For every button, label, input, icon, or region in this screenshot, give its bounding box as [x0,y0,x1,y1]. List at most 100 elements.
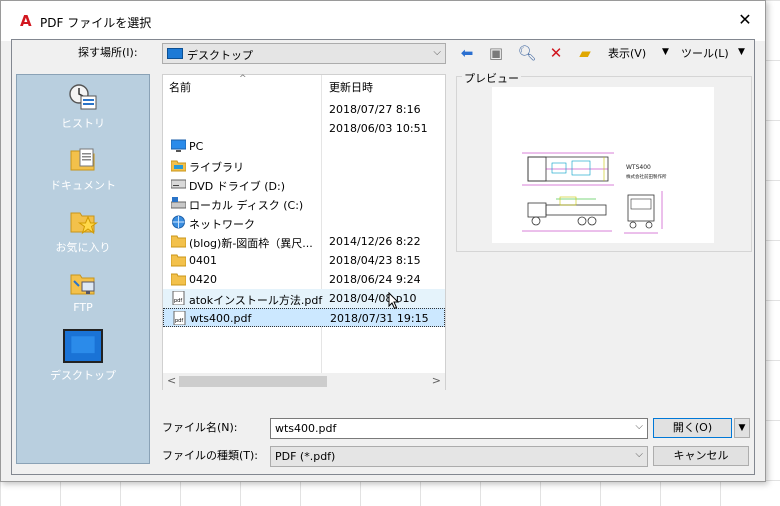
scroll-left-icon[interactable]: < [167,374,176,387]
preview-subtitle: 株式会社前田製作所 [626,173,667,180]
list-item[interactable]: ネットワーク [163,213,445,232]
place-favorites[interactable]: お気に入り [17,207,149,255]
place-history[interactable]: ヒストリ [17,83,149,131]
delete-icon[interactable]: ✕ [546,43,566,63]
network-icon [172,215,185,229]
preview-title: WTS400 [626,164,651,171]
file-date: 2018/07/27 8:16 [329,103,421,116]
pdf-icon: pdf [172,291,185,305]
tools-menu[interactable]: ツール(L) [681,45,729,61]
open-options-dropdown-icon[interactable]: ▼ [734,418,750,438]
up-folder-icon[interactable]: ▣ [486,43,506,63]
pc-icon [171,139,186,152]
list-item[interactable]: ローカル ディスク (C:) [163,194,445,213]
search-web-icon[interactable]: 🔍︎ [517,43,537,63]
place-desktop[interactable]: デスクトップ [17,329,149,383]
list-item[interactable]: DVD ドライブ (D:) [163,175,445,194]
list-item[interactable]: (blog)新-図面枠（異尺... 2014/12/26 8:22 [163,232,445,251]
autocad-a-icon: A [20,12,32,30]
column-header-name[interactable]: 名前 [169,79,191,95]
list-item[interactable]: 2018/06/03 10:51 [163,119,445,138]
views-dropdown-icon[interactable]: ▼ [662,47,669,57]
desktop-icon [63,329,103,363]
folder-icon [171,273,186,286]
place-label: ドキュメント [50,179,116,192]
file-name: atokインストール方法.pdf [189,294,323,307]
place-ftp[interactable]: FTP [17,269,149,314]
file-name: 0401 [189,254,217,267]
file-name: ローカル ディスク (C:) [189,199,304,212]
list-item[interactable]: pdf atokインストール方法.pdf 2018/04/08 ᴅ10 [163,289,445,308]
column-header-modified[interactable]: 更新日時 [329,79,373,95]
list-item[interactable]: 2018/07/27 8:16 [163,100,445,119]
list-item[interactable]: ライブラリ [163,156,445,175]
library-icon [171,160,186,172]
scrollbar-thumb[interactable] [179,376,327,387]
desktop-icon [167,48,183,59]
file-date: 2018/04/23 8:15 [329,254,421,267]
look-in-dropdown[interactable]: デスクトップ ⌵ [162,43,446,64]
file-name: PC [189,140,204,153]
file-name: DVD ドライブ (D:) [189,180,286,193]
place-label: ヒストリ [61,117,105,130]
file-date: 2014/12/26 8:22 [329,235,421,248]
file-name-label: ファイル名(N): [162,421,238,434]
dvd-icon [171,179,186,189]
place-label: お気に入り [55,241,111,254]
file-date: 2018/06/24 9:24 [329,273,421,286]
list-item[interactable]: 0420 2018/06/24 9:24 [163,270,445,289]
look-in-value: デスクトップ [187,49,253,62]
list-item-selected[interactable]: pdf wts400.pdf 2018/07/31 19:15 [163,308,445,327]
preview-label: プレビュー [462,70,521,86]
chevron-down-icon: ⌵ [433,47,441,58]
pdf-icon: pdf [173,311,186,325]
history-icon [69,84,97,110]
back-arrow-icon[interactable]: ⬅ [457,43,477,63]
file-type-dropdown[interactable]: PDF (*.pdf) ⌵ [270,446,648,467]
open-button[interactable]: 開く(O) [653,418,732,438]
scroll-right-icon[interactable]: > [432,374,441,387]
look-in-label: 探す場所(I): [78,46,138,59]
views-menu[interactable]: 表示(V) [608,45,646,61]
place-documents[interactable]: ドキュメント [17,145,149,193]
file-type-label: ファイルの種類(T): [162,449,259,462]
favorites-icon [70,212,98,235]
close-icon[interactable]: ✕ [733,9,757,33]
place-label: デスクトップ [50,369,116,382]
title-bar: A PDF ファイルを選択 ✕ [1,1,765,41]
file-date: 2018/06/03 10:51 [329,122,428,135]
window-title: PDF ファイルを選択 [40,16,152,30]
file-name: wts400.pdf [190,312,252,325]
file-name-input[interactable]: wts400.pdf ⌵ [270,418,648,439]
chevron-down-icon[interactable]: ⌵ [635,421,643,432]
file-type-value: PDF (*.pdf) [275,450,336,463]
preview-image: WTS400 株式会社前田製作所 [492,87,714,243]
file-name: 0420 [189,273,217,286]
list-item[interactable]: 0401 2018/04/23 8:15 [163,251,445,270]
disk-icon [171,197,186,209]
tools-dropdown-icon[interactable]: ▼ [738,47,745,57]
file-name: ライブラリ [189,161,244,174]
list-item[interactable]: PC [163,137,445,156]
new-folder-icon[interactable]: ▰ [575,43,595,63]
file-list[interactable]: 名前 ^ 更新日時 2018/07/27 8:16 2018/06/03 10:… [162,74,446,390]
folder-icon [171,254,186,267]
sort-ascending-icon: ^ [239,74,247,84]
file-name: (blog)新-図面枠（異尺... [189,237,313,250]
file-date: 2018/07/31 19:15 [330,312,429,325]
truck-drawing: WTS400 株式会社前田製作所 [522,152,667,234]
horizontal-scrollbar[interactable]: < > [163,373,445,390]
places-sidebar: ヒストリ ドキュメント お気に入り FTP デスクトップ [16,74,150,464]
mouse-cursor-icon [388,292,400,310]
file-name: ネットワーク [189,218,255,231]
documents-icon [70,148,95,171]
chevron-down-icon: ⌵ [635,449,643,460]
file-name-value: wts400.pdf [275,422,337,435]
cancel-button[interactable]: キャンセル [653,446,749,466]
svg-text:pdf: pdf [175,318,183,324]
svg-text:pdf: pdf [174,298,182,304]
place-label: FTP [73,301,93,314]
file-date: 2018/04/08 ᴅ10 [329,292,417,305]
ftp-icon [70,274,95,295]
folder-icon [171,235,186,248]
